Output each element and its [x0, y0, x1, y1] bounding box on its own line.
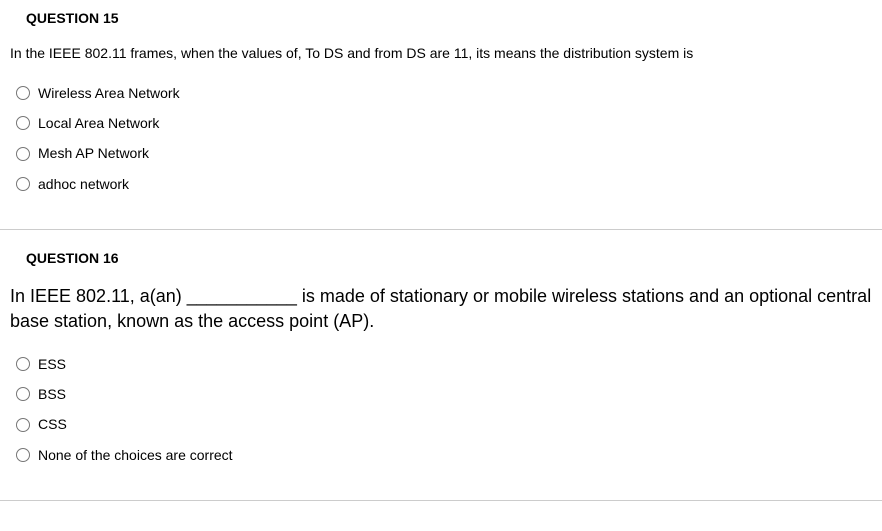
radio-option-bss[interactable] [16, 387, 30, 401]
option-label: Local Area Network [38, 112, 159, 134]
question-header: QUESTION 16 [0, 250, 882, 284]
option-label: BSS [38, 383, 66, 405]
option-label: Wireless Area Network [38, 82, 180, 104]
question-text: In the IEEE 802.11 frames, when the valu… [0, 44, 882, 78]
option-row: None of the choices are correct [0, 440, 882, 470]
radio-option-local-area[interactable] [16, 116, 30, 130]
radio-option-ess[interactable] [16, 357, 30, 371]
option-row: CSS [0, 409, 882, 439]
option-label: Mesh AP Network [38, 142, 149, 164]
option-label: CSS [38, 413, 67, 435]
option-row: Local Area Network [0, 108, 882, 138]
option-row: Wireless Area Network [0, 78, 882, 108]
radio-option-css[interactable] [16, 418, 30, 432]
question-16-block: QUESTION 16 In IEEE 802.11, a(an) ______… [0, 250, 882, 501]
option-row: adhoc network [0, 169, 882, 199]
question-15-block: QUESTION 15 In the IEEE 802.11 frames, w… [0, 10, 882, 230]
option-label: None of the choices are correct [38, 444, 233, 466]
option-row: ESS [0, 349, 882, 379]
radio-option-mesh-ap[interactable] [16, 147, 30, 161]
radio-option-wireless-area[interactable] [16, 86, 30, 100]
option-label: ESS [38, 353, 66, 375]
radio-option-none[interactable] [16, 448, 30, 462]
question-text: In IEEE 802.11, a(an) ___________ is mad… [0, 284, 882, 348]
question-header: QUESTION 15 [0, 10, 882, 44]
option-label: adhoc network [38, 173, 129, 195]
radio-option-adhoc[interactable] [16, 177, 30, 191]
option-row: Mesh AP Network [0, 138, 882, 168]
option-row: BSS [0, 379, 882, 409]
